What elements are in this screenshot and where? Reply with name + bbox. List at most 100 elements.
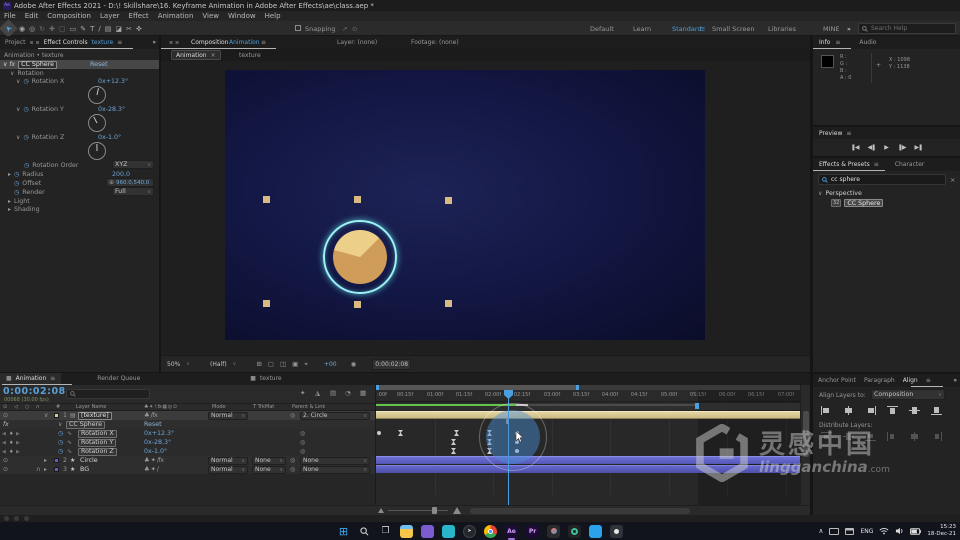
distribute-v-center-button[interactable] [843, 432, 854, 441]
offset-value[interactable]: 960.0,540.0 [116, 180, 149, 186]
panel-overflow-icon[interactable]: » [152, 39, 156, 46]
align-bottom-button[interactable] [931, 406, 942, 415]
hand-tool[interactable]: ◉ [19, 25, 25, 33]
col-parent-link[interactable]: Parent & Link [292, 404, 325, 410]
timeline-tab-texture[interactable]: texture [260, 375, 282, 382]
radius-value[interactable]: 200.0 [112, 171, 130, 178]
layer-name[interactable]: BG [80, 466, 89, 473]
effect-row-cc-sphere[interactable]: ∨ fx CC Sphere Reset [0, 60, 159, 69]
menu-layer[interactable]: Layer [100, 12, 120, 20]
puppet-pin-tool[interactable]: ✜ [136, 25, 142, 33]
snapshot-camera-icon[interactable]: ◉ [351, 360, 357, 368]
eye-icon[interactable]: ⊙ [3, 412, 8, 419]
purple-app-icon[interactable] [421, 525, 434, 538]
param-expand-icon[interactable]: ∨ [16, 134, 20, 141]
stopwatch-icon[interactable]: ◷ [23, 106, 28, 113]
group-shading[interactable]: ▸ Shading [8, 206, 40, 213]
zoom-tool[interactable]: ◎ [29, 25, 35, 33]
timeline-tab-render-queue[interactable]: Render Queue [97, 375, 140, 382]
prop-value[interactable]: 0x-28.3° [144, 439, 171, 446]
stopwatch-icon[interactable]: ◷ [23, 78, 28, 85]
comp-canvas[interactable] [225, 70, 705, 340]
prop-row-rotation-x[interactable]: ◀ ♦ ▶ ◷ ∿ Rotation X 0x+12.3° ◎ [0, 429, 375, 438]
effect-expand-icon[interactable]: ∨ [3, 61, 7, 68]
rotation-y-value[interactable]: 0x-28.3° [98, 106, 125, 113]
timeline-search-input[interactable] [66, 389, 150, 399]
light-expand-icon[interactable]: ▸ [8, 198, 11, 205]
effect-reset-button[interactable]: Reset [144, 421, 162, 428]
expand-icon[interactable]: ▸ [44, 457, 47, 464]
pickwhip-icon[interactable]: ◎ [290, 412, 295, 419]
expand-icon[interactable]: ∨ [44, 412, 48, 419]
wifi-icon[interactable] [879, 527, 889, 535]
transparency-grid-icon[interactable]: ▣ [292, 360, 298, 368]
effects-group-perspective[interactable]: ∨ Perspective [818, 190, 862, 197]
tab-align[interactable]: Align [903, 377, 918, 384]
pixel-aspect-icon[interactable]: ⌖ [304, 360, 308, 369]
keyframe[interactable] [398, 430, 403, 436]
comp-tab-texture[interactable]: texture [239, 52, 261, 59]
graph-editor-icon[interactable]: ▦ [360, 389, 366, 397]
tab-effects-presets[interactable]: Effects & Presets [819, 161, 870, 168]
pickwhip-icon[interactable]: ◎ [300, 448, 305, 455]
parent-select[interactable]: None∨ [300, 466, 370, 474]
after-effects-icon[interactable]: Ae [505, 525, 518, 538]
keyframe[interactable] [377, 431, 381, 435]
region-of-interest-icon[interactable]: ◫ [280, 360, 286, 368]
graph-icon[interactable]: ∿ [67, 430, 72, 437]
align-to-select[interactable]: Composition ∨ [871, 389, 945, 400]
offset-field[interactable]: ⊕ 960.0,540.0 [106, 178, 154, 187]
taskbar-search-button[interactable] [358, 525, 371, 538]
tab-paragraph[interactable]: Paragraph [864, 377, 895, 384]
stopwatch-icon[interactable]: ◷ [58, 448, 63, 455]
prev-keyframe-icon[interactable]: ◀ [2, 440, 6, 446]
menu-file[interactable]: File [4, 12, 16, 20]
align-h-center-button[interactable] [843, 406, 854, 415]
rotation-z-value[interactable]: 0x-1.0° [98, 134, 121, 141]
effect-reset-button[interactable]: Reset [90, 61, 108, 68]
col-layer-name[interactable]: Layer Name [76, 404, 106, 410]
effect-name[interactable]: CC Sphere [18, 61, 57, 69]
clock-date[interactable]: 18-Dec-21 [927, 531, 956, 538]
shading-expand-icon[interactable]: ▸ [8, 206, 11, 213]
distribute-bottom-button[interactable] [865, 432, 876, 441]
prop-row-rotation-y[interactable]: ◀ ♦ ▶ ◷ ∿ Rotation Y 0x-28.3° ◎ [0, 438, 375, 447]
vscrollbar-handle[interactable] [803, 411, 809, 457]
prop-label[interactable]: Rotation X [78, 430, 117, 438]
pickwhip-icon[interactable]: ◎ [300, 439, 305, 446]
sphere-layer[interactable] [333, 230, 387, 284]
premiere-icon[interactable]: Pr [526, 525, 539, 538]
first-frame-button[interactable]: ❚◀ [851, 144, 859, 151]
mask-toggle-icon[interactable]: ▢ [268, 360, 274, 368]
add-keyframe-icon[interactable]: ♦ [9, 431, 13, 437]
tab-info[interactable]: Info [819, 39, 830, 46]
tab-preview[interactable]: Preview [819, 130, 842, 137]
distribute-h-center-button[interactable] [909, 432, 920, 441]
layer-name[interactable]: Circle [80, 457, 98, 464]
prop-value[interactable]: 0x-1.0° [144, 448, 167, 455]
resolve-app-icon[interactable] [547, 525, 560, 538]
zoom-out-mountain-icon[interactable] [378, 508, 384, 513]
comp-viewer[interactable] [161, 61, 810, 355]
rotation-x-dial[interactable] [88, 86, 106, 104]
tab-layer[interactable]: Layer: (none) [337, 39, 377, 46]
prop-label[interactable]: Rotation Y [78, 439, 116, 447]
eye-icon[interactable]: ⊙ [3, 457, 8, 464]
next-keyframe-icon[interactable]: ▶ [16, 440, 20, 446]
selection-tool[interactable]: ➤ [0, 19, 18, 37]
keyframe[interactable] [454, 430, 459, 436]
parent-select[interactable]: None∨ [300, 457, 370, 465]
shape-tool[interactable]: ▭ [70, 25, 77, 33]
stopwatch-icon[interactable]: ◷ [23, 134, 28, 141]
pan-behind-tool[interactable]: ▢ [59, 25, 66, 33]
param-expand-icon[interactable]: ∨ [16, 78, 20, 85]
prop-label[interactable]: Rotation Z [78, 448, 117, 456]
task-view-button[interactable]: ❐ [379, 525, 392, 538]
zoom-in-mountain-icon[interactable] [453, 507, 461, 514]
tab-footage[interactable]: Footage: (none) [411, 39, 459, 46]
workspace-standard[interactable]: Standard [672, 25, 702, 33]
align-v-center-button[interactable] [909, 406, 920, 415]
battery-icon[interactable] [910, 528, 921, 535]
parent-select[interactable]: 2. Circle∨ [300, 412, 370, 420]
menu-window[interactable]: Window [228, 12, 256, 20]
